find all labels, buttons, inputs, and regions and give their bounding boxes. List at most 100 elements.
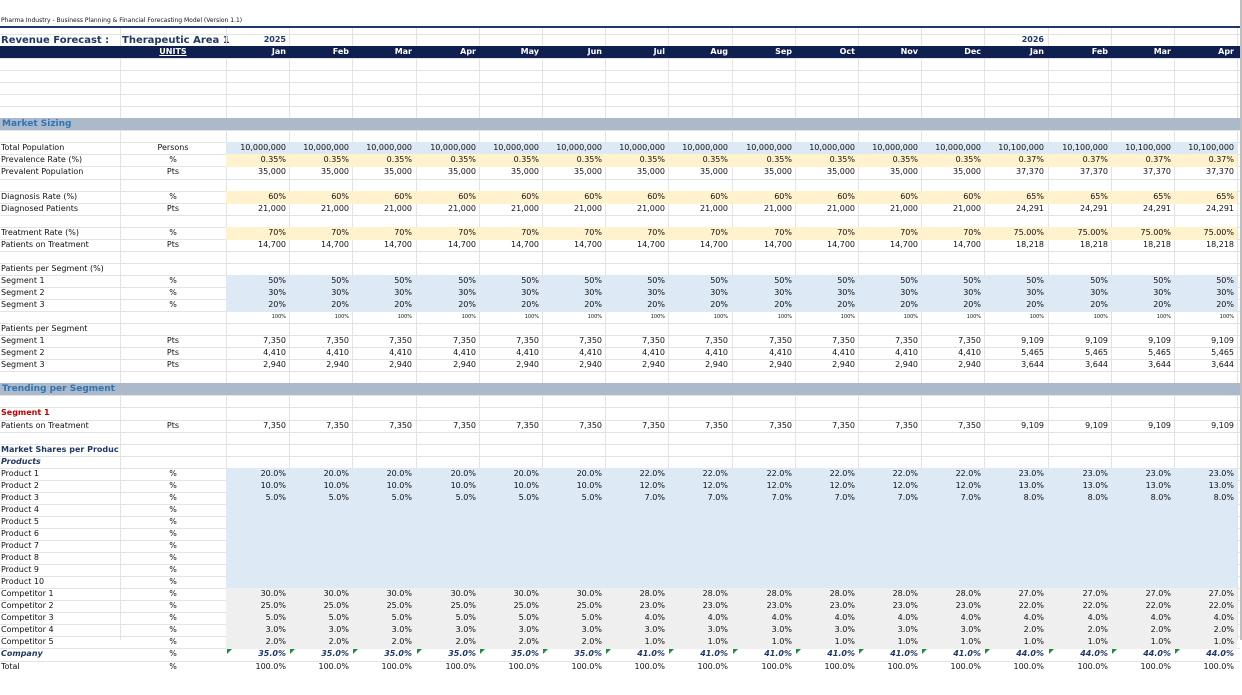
data-cell[interactable]: 100% <box>416 311 476 323</box>
data-cell[interactable]: 75.00% <box>984 227 1044 239</box>
data-cell[interactable]: 30% <box>542 287 602 299</box>
data-cell[interactable]: 60% <box>732 191 792 203</box>
data-cell[interactable]: 10,000,000 <box>226 142 286 154</box>
data-cell[interactable]: 4.0% <box>605 612 665 624</box>
data-cell[interactable]: 30% <box>605 287 665 299</box>
data-cell[interactable]: 35,000 <box>795 166 855 178</box>
data-cell[interactable]: 1.0% <box>605 636 665 648</box>
data-cell[interactable]: 7,350 <box>542 335 602 347</box>
data-cell[interactable]: 0.35% <box>668 154 728 166</box>
data-cell[interactable]: 10,000,000 <box>668 142 728 154</box>
data-cell[interactable]: 100.0% <box>984 661 1044 673</box>
data-cell[interactable]: 0.37% <box>1048 154 1108 166</box>
data-cell[interactable]: 7.0% <box>668 492 728 504</box>
data-cell[interactable]: 7.0% <box>858 492 918 504</box>
data-cell[interactable]: 30.0% <box>542 588 602 600</box>
data-cell[interactable]: 50% <box>289 275 349 287</box>
data-cell[interactable]: 7,350 <box>605 420 665 432</box>
data-cell[interactable]: 20% <box>732 299 792 311</box>
data-cell[interactable]: 70% <box>479 227 539 239</box>
data-cell[interactable]: 70% <box>668 227 728 239</box>
data-cell[interactable]: 28.0% <box>668 588 728 600</box>
data-cell[interactable]: 100.0% <box>858 661 918 673</box>
data-cell[interactable]: 21,000 <box>226 203 286 215</box>
data-cell[interactable]: 7,350 <box>289 420 349 432</box>
data-cell[interactable]: 50% <box>1111 275 1171 287</box>
data-cell[interactable]: 7,350 <box>858 420 918 432</box>
data-cell[interactable]: 100.0% <box>1048 661 1108 673</box>
data-cell[interactable]: 50% <box>921 275 981 287</box>
data-cell[interactable]: 4.0% <box>921 612 981 624</box>
data-cell[interactable]: 23.0% <box>1048 468 1108 480</box>
data-cell[interactable]: 70% <box>858 227 918 239</box>
data-cell[interactable]: 50% <box>605 275 665 287</box>
data-cell[interactable]: 4,410 <box>416 347 476 359</box>
data-cell[interactable]: 5,465 <box>984 347 1044 359</box>
data-cell[interactable]: 4,410 <box>479 347 539 359</box>
data-cell[interactable]: 35.0% <box>416 648 476 660</box>
data-cell[interactable]: 50% <box>732 275 792 287</box>
data-cell[interactable]: 4,410 <box>795 347 855 359</box>
data-cell[interactable]: 25.0% <box>416 600 476 612</box>
data-cell[interactable]: 60% <box>542 191 602 203</box>
data-cell[interactable]: 20% <box>542 299 602 311</box>
data-cell[interactable]: 0.35% <box>795 154 855 166</box>
data-cell[interactable]: 21,000 <box>416 203 476 215</box>
data-cell[interactable]: 12.0% <box>858 480 918 492</box>
data-cell[interactable]: 10,000,000 <box>732 142 792 154</box>
data-cell[interactable]: 3,644 <box>1048 359 1108 371</box>
data-cell[interactable]: 20% <box>605 299 665 311</box>
data-cell[interactable]: 0.35% <box>542 154 602 166</box>
data-cell[interactable]: 14,700 <box>542 239 602 251</box>
data-cell[interactable]: 9,109 <box>1111 420 1171 432</box>
data-cell[interactable]: 35.0% <box>542 648 602 660</box>
data-cell[interactable]: 7,350 <box>352 420 412 432</box>
data-cell[interactable]: 10,000,000 <box>795 142 855 154</box>
data-cell[interactable]: 100.0% <box>921 661 981 673</box>
data-cell[interactable]: 5.0% <box>352 492 412 504</box>
data-cell[interactable]: 7,350 <box>416 420 476 432</box>
data-cell[interactable]: 18,218 <box>984 239 1044 251</box>
data-cell[interactable]: 60% <box>921 191 981 203</box>
data-cell[interactable]: 30% <box>1048 287 1108 299</box>
data-cell[interactable]: 100.0% <box>226 661 286 673</box>
data-cell[interactable]: 50% <box>1174 275 1234 287</box>
data-cell[interactable]: 10,100,000 <box>1048 142 1108 154</box>
data-cell[interactable]: 8.0% <box>1048 492 1108 504</box>
data-cell[interactable]: 75.00% <box>1174 227 1234 239</box>
data-cell[interactable]: 2,940 <box>226 359 286 371</box>
data-cell[interactable]: 25.0% <box>479 600 539 612</box>
data-cell[interactable]: 21,000 <box>858 203 918 215</box>
data-cell[interactable]: 14,700 <box>416 239 476 251</box>
data-cell[interactable]: 2,940 <box>858 359 918 371</box>
data-cell[interactable]: 7,350 <box>479 335 539 347</box>
data-cell[interactable]: 60% <box>289 191 349 203</box>
data-cell[interactable]: 100% <box>858 311 918 323</box>
data-cell[interactable]: 10,000,000 <box>416 142 476 154</box>
data-cell[interactable]: 37,370 <box>984 166 1044 178</box>
data-cell[interactable]: 20.0% <box>289 468 349 480</box>
data-cell[interactable]: 4,410 <box>289 347 349 359</box>
data-cell[interactable]: 7,350 <box>416 335 476 347</box>
data-cell[interactable]: 3.0% <box>795 624 855 636</box>
data-cell[interactable]: 0.37% <box>984 154 1044 166</box>
data-cell[interactable]: 3,644 <box>1174 359 1234 371</box>
data-cell[interactable]: 30% <box>352 287 412 299</box>
data-cell[interactable]: 44.0% <box>1174 648 1234 660</box>
data-cell[interactable]: 14,700 <box>921 239 981 251</box>
data-cell[interactable]: 23.0% <box>984 468 1044 480</box>
data-cell[interactable]: 7.0% <box>921 492 981 504</box>
data-cell[interactable]: 10.0% <box>479 480 539 492</box>
data-cell[interactable]: 2.0% <box>1111 624 1171 636</box>
data-cell[interactable]: 41.0% <box>795 648 855 660</box>
data-cell[interactable]: 100.0% <box>732 661 792 673</box>
data-cell[interactable]: 100.0% <box>479 661 539 673</box>
data-cell[interactable]: 14,700 <box>352 239 412 251</box>
data-cell[interactable]: 1.0% <box>1174 636 1234 648</box>
data-cell[interactable]: 100.0% <box>416 661 476 673</box>
data-cell[interactable]: 0.35% <box>921 154 981 166</box>
data-cell[interactable]: 3.0% <box>732 624 792 636</box>
data-cell[interactable]: 12.0% <box>668 480 728 492</box>
data-cell[interactable]: 35.0% <box>226 648 286 660</box>
data-cell[interactable]: 100% <box>795 311 855 323</box>
